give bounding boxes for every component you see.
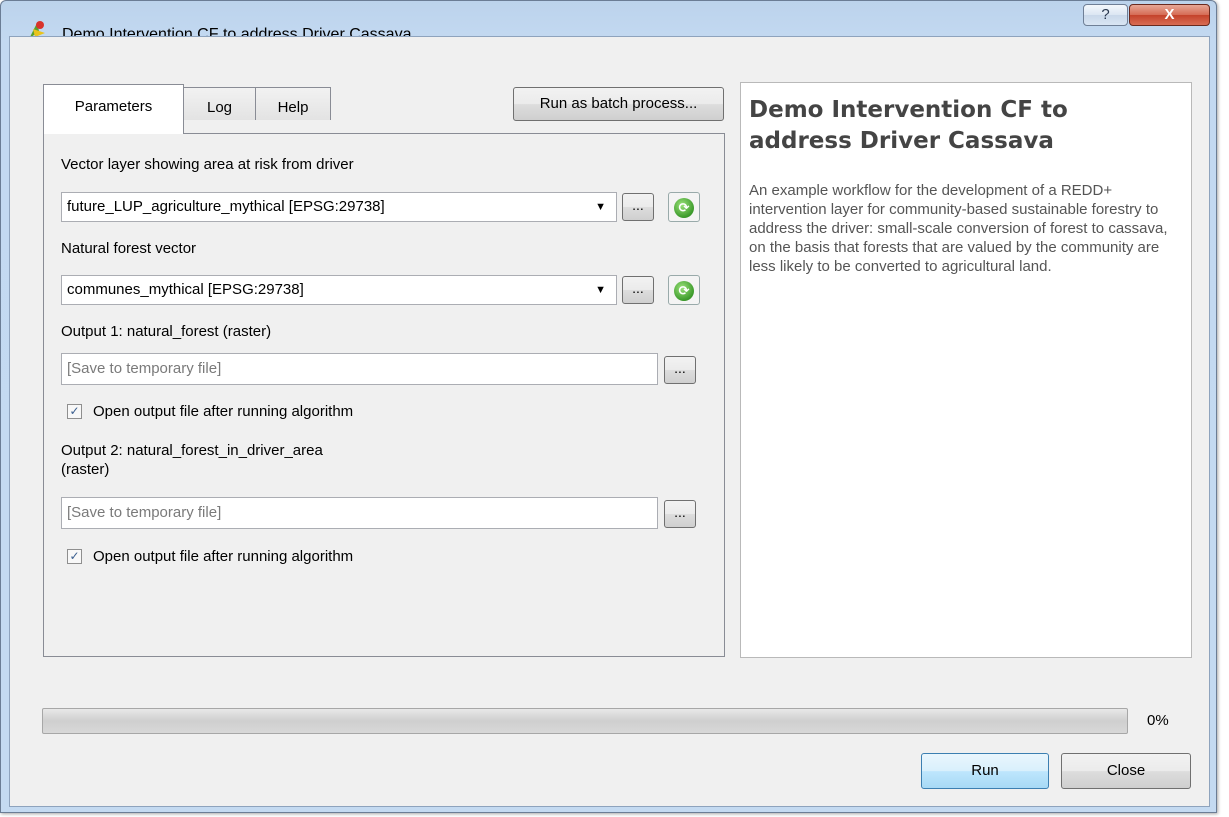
natural-forest-select[interactable]: communes_mythical [EPSG:29738] ▼ <box>61 275 617 305</box>
natural-forest-browse-button[interactable]: ... <box>622 276 654 304</box>
vector-layer-browse-button[interactable]: ... <box>622 193 654 221</box>
progress-bar <box>42 708 1128 734</box>
refresh-icon: ⟳ <box>674 198 694 218</box>
description-title: Demo Intervention CF to address Driver C… <box>749 97 1068 154</box>
output2-open-label: Open output file after running algorithm <box>93 548 354 565</box>
run-as-batch-button[interactable]: Run as batch process... <box>513 87 724 121</box>
natural-forest-refresh-button[interactable]: ⟳ <box>668 275 700 305</box>
progress-percent: 0% <box>1147 712 1169 729</box>
output1-label: Output 1: natural_forest (raster) <box>61 323 272 340</box>
natural-forest-label: Natural forest vector <box>61 240 197 257</box>
chevron-down-icon: ▼ <box>595 201 606 213</box>
close-button[interactable]: Close <box>1061 753 1191 789</box>
chevron-down-icon: ▼ <box>595 284 606 296</box>
window-close-button[interactable]: X <box>1129 4 1210 26</box>
tab-log[interactable]: Log <box>183 87 256 120</box>
run-button[interactable]: Run <box>921 753 1049 789</box>
tab-parameters[interactable]: Parameters <box>43 84 184 134</box>
vector-layer-select[interactable]: future_LUP_agriculture_mythical [EPSG:29… <box>61 192 617 222</box>
natural-forest-value: communes_mythical [EPSG:29738] <box>67 281 304 298</box>
output1-open-checkbox[interactable]: ✓ <box>67 404 82 419</box>
title-bar[interactable]: Demo Intervention CF to address Driver C… <box>1 1 1216 43</box>
output1-open-label: Open output file after running algorithm <box>93 403 354 420</box>
output1-field[interactable]: [Save to temporary file] <box>61 353 658 385</box>
output2-open-checkbox[interactable]: ✓ <box>67 549 82 564</box>
output2-browse-button[interactable]: ... <box>664 500 696 528</box>
vector-layer-value: future_LUP_agriculture_mythical [EPSG:29… <box>67 198 385 215</box>
help-button[interactable]: ? <box>1083 4 1128 26</box>
output2-field[interactable]: [Save to temporary file] <box>61 497 658 529</box>
vector-layer-label: Vector layer showing area at risk from d… <box>61 156 354 173</box>
vector-layer-refresh-button[interactable]: ⟳ <box>668 192 700 222</box>
output1-browse-button[interactable]: ... <box>664 356 696 384</box>
output2-label-line1: Output 2: natural_forest_in_driver_area <box>61 442 323 459</box>
tab-help[interactable]: Help <box>255 87 331 120</box>
description-panel: Demo Intervention CF to address Driver C… <box>740 82 1192 658</box>
description-body: An example workflow for the development … <box>749 182 1168 275</box>
refresh-icon: ⟳ <box>674 281 694 301</box>
output2-label-line2: (raster) <box>61 461 110 478</box>
